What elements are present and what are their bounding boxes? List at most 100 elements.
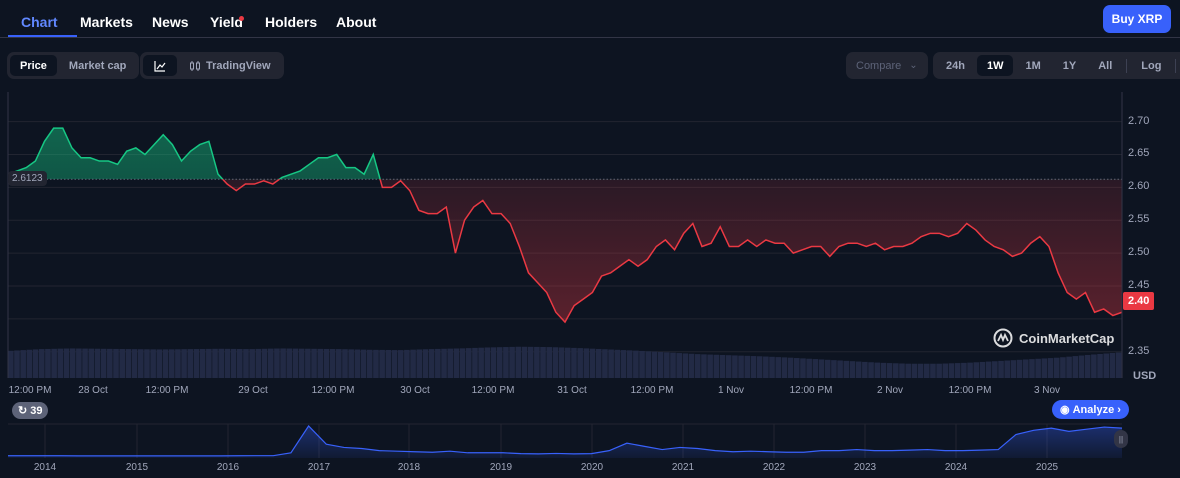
volume-bar (354, 349, 361, 378)
volume-bar (323, 348, 330, 378)
chevron-right-icon: › (1117, 403, 1121, 416)
volume-bar (688, 353, 695, 378)
year-label: 2019 (489, 462, 513, 473)
volume-bar (8, 350, 14, 378)
volume-bar (831, 360, 837, 378)
volume-bar (645, 351, 652, 378)
year-label: 2016 (216, 462, 240, 473)
volume-bar (45, 348, 51, 378)
volume-bar (472, 347, 478, 378)
analyze-button[interactable]: ◉ Analyze › (1052, 400, 1129, 419)
volume-bar (521, 346, 528, 378)
volume-bar (236, 348, 243, 378)
volume-bar (484, 347, 491, 378)
x-tick-label: 3 Nov (1033, 385, 1061, 396)
volume-bar (404, 349, 410, 378)
volume-bar (1010, 360, 1017, 378)
volume-bar (602, 349, 608, 378)
volume-bar (51, 348, 57, 378)
volume-bar (732, 355, 738, 378)
volume-bar (1047, 358, 1054, 378)
volume-bar (552, 347, 559, 378)
volume-bar (150, 349, 156, 378)
volume-bar (162, 349, 169, 378)
volume-bar (626, 350, 633, 378)
year-label: 2024 (944, 462, 968, 473)
volume-bar (453, 348, 460, 378)
x-tick-label: 12:00 PM (789, 385, 833, 396)
volume-bar (342, 349, 348, 378)
x-tick-label: 12:00 PM (948, 385, 992, 396)
volume-bar (614, 349, 621, 378)
year-label: 2018 (397, 462, 421, 473)
volume-bar (348, 349, 354, 378)
volume-bar (274, 348, 280, 378)
volume-bar (998, 360, 1004, 378)
volume-bar (1029, 359, 1035, 378)
volume-bar (992, 361, 998, 378)
volume-bar (20, 350, 26, 378)
volume-bar (187, 349, 194, 378)
y-tick-label: 2.50 (1128, 246, 1150, 259)
volume-bar (534, 346, 540, 378)
volume-bar (69, 348, 76, 378)
volume-bar (930, 363, 936, 378)
y-tick-label: 2.60 (1128, 180, 1150, 193)
volume-bar (206, 348, 212, 378)
volume-bar (725, 355, 732, 378)
volume-bar (670, 352, 676, 378)
current-price-label: 2.40 (1123, 292, 1155, 310)
volume-bar (175, 349, 181, 378)
volume-bar (1004, 360, 1010, 378)
volume-bar (416, 349, 423, 378)
volume-bar (397, 350, 404, 378)
navigator-handle[interactable]: || (1114, 430, 1128, 448)
volume-bar (255, 348, 262, 378)
volume-bar (936, 363, 942, 378)
history-icon: ↻ (18, 405, 28, 417)
volume-bar (336, 349, 342, 378)
x-tick-label: 28 Oct (78, 385, 108, 396)
year-label: 2017 (307, 462, 331, 473)
volume-bar (540, 346, 546, 378)
volume-bar (181, 349, 187, 378)
volume-bar (676, 353, 682, 378)
volume-bar (410, 349, 416, 378)
volume-bar (243, 349, 249, 378)
volume-bar (620, 350, 627, 378)
year-label: 2014 (33, 462, 57, 473)
volume-bar (515, 346, 522, 378)
x-tick-label: 1 Nov (717, 385, 745, 396)
volume-bar (954, 363, 961, 378)
price-chart[interactable] (0, 0, 1180, 478)
volume-bar (1022, 359, 1029, 378)
volume-bar (1109, 352, 1116, 378)
volume-bar (509, 346, 515, 378)
volume-bar (1091, 354, 1097, 378)
volume-bar (701, 354, 707, 378)
history-badge[interactable]: ↻ 39 (12, 402, 49, 419)
y-tick-label: 2.70 (1128, 114, 1150, 127)
volume-bar (979, 361, 986, 378)
volume-bar (379, 349, 385, 378)
volume-bar (292, 348, 299, 378)
x-tick-label: 12:00 PM (8, 385, 52, 396)
year-label: 2021 (671, 462, 695, 473)
volume-bar (868, 362, 874, 378)
analyze-label: Analyze (1072, 403, 1115, 416)
y-tick-label: 2.55 (1128, 213, 1150, 226)
volume-bar (961, 362, 967, 378)
volume-bar (465, 348, 472, 378)
volume-bar (1084, 354, 1091, 378)
volume-bar (589, 348, 596, 378)
volume-bar (286, 348, 293, 378)
volume-bar (1041, 358, 1048, 378)
volume-bar (744, 355, 751, 378)
x-tick-label: 2 Nov (876, 385, 904, 396)
volume-bar (713, 354, 720, 378)
volume-bar (558, 347, 565, 378)
volume-bar (707, 354, 713, 378)
volume-bar (899, 363, 905, 378)
volume-bar (775, 357, 782, 378)
x-tick-label: 12:00 PM (630, 385, 674, 396)
